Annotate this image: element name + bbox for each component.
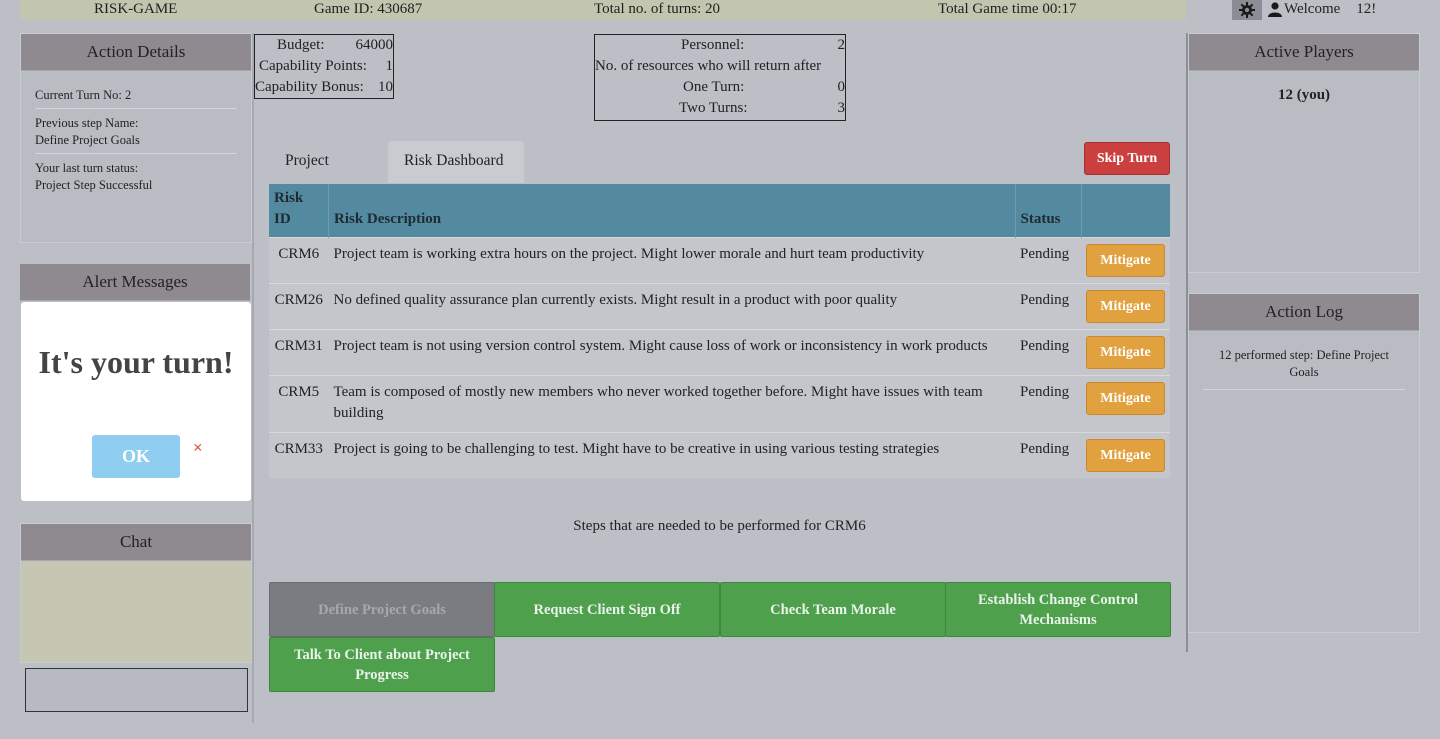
alert-messages-title: Alert Messages	[20, 264, 250, 301]
top-bar: RISK-GAME Game ID: 430687 Total no. of t…	[20, 0, 1186, 20]
step-button[interactable]: Define Project Goals	[269, 582, 495, 637]
risk-id: CRM6	[269, 237, 329, 284]
risk-status: Pending	[1015, 375, 1081, 433]
previous-step-value: Define Project Goals	[35, 133, 140, 147]
left-divider	[252, 33, 254, 723]
table-row: CRM6 Project team is working extra hours …	[269, 237, 1170, 284]
table-row: CRM5 Team is composed of mostly new membe…	[269, 375, 1170, 433]
mitigate-button[interactable]: Mitigate	[1086, 336, 1165, 369]
last-turn-status-label: Your last turn status:	[35, 161, 139, 175]
capability-points-value: 1	[385, 58, 394, 74]
chat-panel: Chat	[20, 523, 252, 663]
active-players-panel: Active Players 12 (you)	[1188, 33, 1420, 273]
capability-bonus-value: 10	[378, 79, 393, 95]
risk-description: Project team is not using version contro…	[328, 329, 1015, 376]
risk-description: Team is composed of mostly new members w…	[328, 375, 1015, 433]
ok-button[interactable]: OK	[92, 435, 180, 478]
skip-turn-button[interactable]: Skip Turn	[1084, 142, 1170, 175]
alert-messages-panel: Alert Messages	[20, 264, 250, 304]
active-players-title: Active Players	[1189, 34, 1419, 71]
action-log-panel: Action Log 12 performed step: Define Pro…	[1188, 293, 1420, 633]
total-game-time: Total Game time 00:17	[938, 1, 1077, 17]
table-row: CRM31 Project team is not using version c…	[269, 329, 1170, 376]
mitigate-button[interactable]: Mitigate	[1086, 244, 1165, 277]
game-id: Game ID: 430687	[314, 1, 423, 17]
mitigate-button[interactable]: Mitigate	[1086, 290, 1165, 323]
budget-value: 64000	[355, 37, 394, 53]
header-risk-description: Risk Description	[328, 184, 1016, 238]
action-details-panel: Action Details Current Turn No: 2 Previo…	[20, 33, 252, 243]
action-details-title: Action Details	[21, 34, 251, 71]
user-icon	[1268, 2, 1282, 17]
tab-project-steps[interactable]: Project Steps	[269, 141, 345, 209]
risk-status: Pending	[1015, 432, 1081, 478]
budget-label: Budget:	[277, 37, 325, 53]
header-risk-id: Risk ID	[269, 184, 329, 238]
header-action	[1081, 184, 1170, 238]
risk-status: Pending	[1015, 237, 1081, 284]
previous-step-label: Previous step Name:	[35, 116, 139, 130]
one-turn-value: 0	[837, 79, 846, 95]
risk-id: CRM33	[269, 432, 329, 478]
last-turn-status-value: Project Step Successful	[35, 178, 153, 192]
mitigate-button[interactable]: Mitigate	[1086, 382, 1165, 415]
header-status: Status	[1015, 184, 1082, 238]
chat-input[interactable]	[25, 668, 248, 712]
tab-risk-dashboard[interactable]: Risk Dashboard	[388, 141, 524, 183]
mitigate-button[interactable]: Mitigate	[1086, 439, 1165, 472]
capability-bonus-label: Capability Bonus:	[255, 79, 364, 95]
one-turn-label: One Turn:	[683, 79, 745, 95]
two-turns-value: 3	[837, 100, 846, 116]
budget-box: Budget: 64000 Capability Points: 1 Capabil…	[254, 34, 394, 99]
step-button[interactable]: Request Client Sign Off	[494, 582, 720, 637]
risk-status: Pending	[1015, 283, 1081, 330]
capability-points-label: Capability Points:	[259, 58, 367, 74]
steps-caption: Steps that are needed to be performed fo…	[573, 518, 866, 534]
app-title: RISK-GAME	[94, 1, 178, 17]
risk-description: Project is going to be challenging to te…	[328, 432, 1015, 478]
close-icon[interactable]: ×	[193, 438, 203, 458]
two-turns-label: Two Turns:	[679, 100, 748, 116]
step-button[interactable]: Establish Change Control Mechanisms	[945, 582, 1171, 637]
total-turns: Total no. of turns: 20	[594, 1, 721, 17]
risk-id: CRM26	[269, 283, 329, 330]
risk-description: Project team is working extra hours on t…	[328, 237, 1015, 284]
risk-id: CRM31	[269, 329, 329, 376]
personnel-box: Personnel: 2 No. of resources who will re…	[594, 34, 846, 121]
action-log-entry: 12 performed step: Define Project Goals	[1203, 347, 1405, 390]
risk-id: CRM5	[269, 375, 329, 433]
return-label: No. of resources who will return after	[595, 58, 822, 74]
table-row: CRM26 No defined quality assurance plan c…	[269, 283, 1170, 330]
personnel-value: 2	[837, 37, 846, 53]
personnel-label: Personnel:	[681, 37, 745, 53]
welcome-area[interactable]: Welcome 12!	[1268, 1, 1376, 18]
risk-table: Risk ID Risk Description Status CRM6 Proj…	[269, 184, 1170, 478]
player-entry: 12 (you)	[1277, 87, 1331, 103]
gear-icon	[1239, 2, 1255, 18]
welcome-label: Welcome	[1284, 1, 1341, 17]
action-log-title: Action Log	[1189, 294, 1419, 331]
risk-status: Pending	[1015, 329, 1081, 376]
chat-title: Chat	[21, 524, 251, 561]
turn-modal: It's your turn! OK ×	[21, 302, 251, 501]
current-turn: Current Turn No: 2	[35, 85, 237, 109]
risk-description: No defined quality assurance plan curren…	[328, 283, 1015, 330]
username: 12!	[1356, 1, 1377, 17]
chat-messages	[21, 561, 251, 662]
settings-button[interactable]	[1232, 0, 1262, 20]
step-button[interactable]: Talk To Client about Project Progress	[269, 637, 495, 692]
step-button[interactable]: Check Team Morale	[720, 582, 946, 637]
table-row: CRM33 Project is going to be challenging …	[269, 432, 1170, 478]
turn-message: It's your turn!	[38, 344, 234, 380]
